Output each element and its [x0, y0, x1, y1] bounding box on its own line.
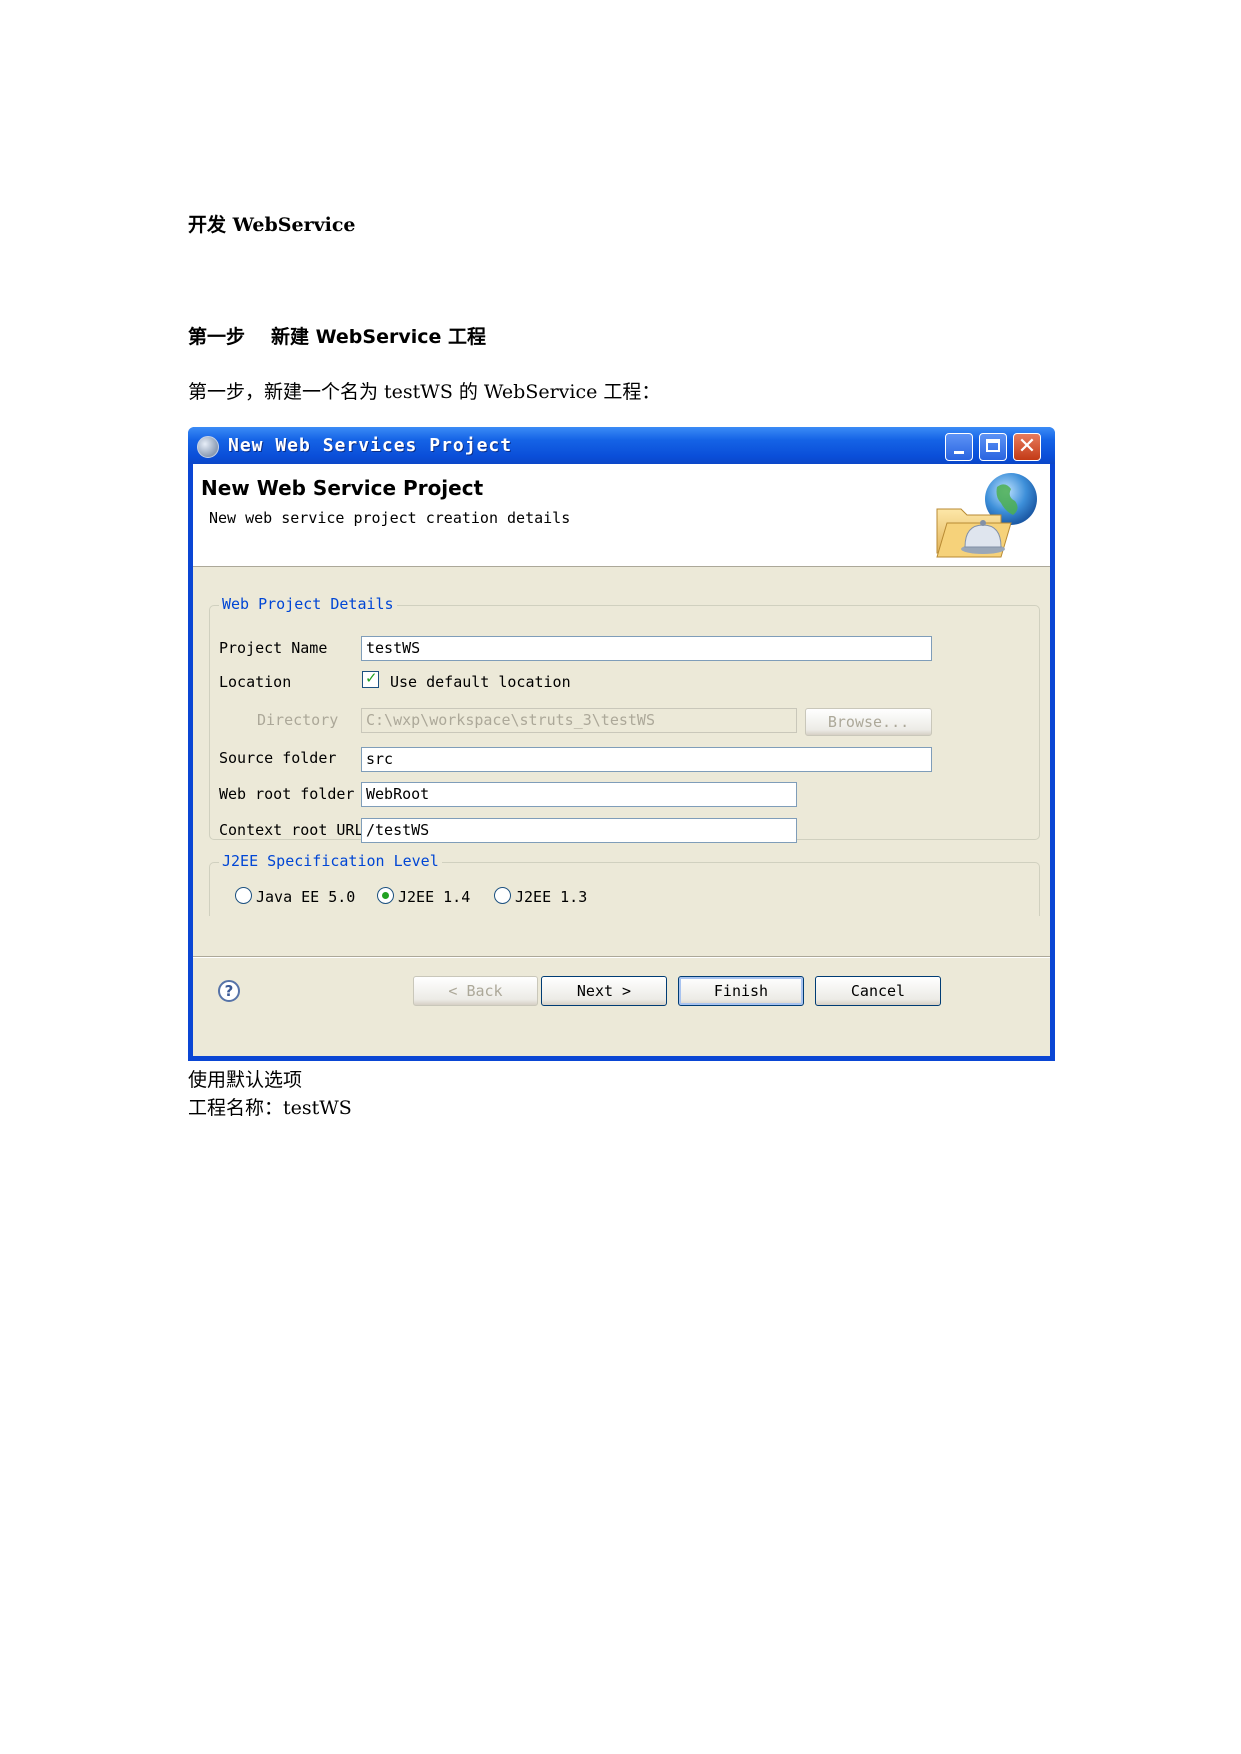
use-default-location-label: Use default location: [390, 673, 571, 691]
close-icon: ✕: [1017, 434, 1037, 459]
web-root-folder-input[interactable]: WebRoot: [361, 782, 797, 807]
finish-button[interactable]: Finish: [678, 976, 804, 1006]
wizard-title: New Web Service Project: [201, 476, 484, 500]
source-folder-label: Source folder: [219, 749, 337, 767]
note-project-name: 工程名称：testWS: [188, 1097, 352, 1119]
step-label: 第一步: [188, 326, 246, 348]
minimize-button[interactable]: [945, 433, 973, 461]
dialog-client-area: New Web Service Project New web service …: [193, 464, 1050, 1056]
close-button[interactable]: ✕: [1013, 433, 1041, 461]
source-folder-input[interactable]: src: [361, 747, 932, 772]
window-title: New Web Services Project: [228, 435, 513, 456]
maximize-icon: [986, 439, 1000, 452]
project-name-input[interactable]: testWS: [361, 636, 932, 661]
next-button[interactable]: Next >: [541, 976, 667, 1006]
help-icon[interactable]: ?: [218, 980, 240, 1002]
button-bar-separator: [193, 956, 1050, 958]
minimize-icon: [954, 451, 964, 454]
radio-j2ee-1-3[interactable]: [494, 887, 511, 904]
j2ee-specification-level-legend: J2EE Specification Level: [219, 852, 442, 870]
location-label: Location: [219, 673, 292, 691]
project-name-label: Project Name: [219, 639, 328, 657]
context-root-url-label: Context root URL: [219, 821, 364, 839]
radio-j2ee-1-4[interactable]: [377, 887, 394, 904]
new-web-services-project-dialog: New Web Services Project ✕ New Web Servi…: [188, 427, 1055, 1061]
document-title: 开发 WebService: [188, 214, 356, 236]
radio-java-ee-5[interactable]: [235, 887, 252, 904]
radio-selected-dot: [382, 892, 389, 899]
note-default-options: 使用默认选项: [188, 1069, 303, 1091]
wizard-subtitle: New web service project creation details: [209, 509, 571, 527]
step-heading: 第一步 新建 WebService 工程: [188, 322, 486, 349]
check-icon: ✓: [365, 669, 378, 687]
radio-j2ee-1-3-label: J2EE 1.3: [515, 888, 588, 906]
dialog-titlebar[interactable]: New Web Services Project ✕: [188, 427, 1055, 464]
radio-j2ee-1-4-label: J2EE 1.4: [398, 888, 471, 906]
radio-java-ee-5-label: Java EE 5.0: [256, 888, 356, 906]
web-project-details-legend: Web Project Details: [219, 595, 397, 613]
step-title: 新建 WebService 工程: [271, 326, 486, 348]
context-root-url-input[interactable]: /testWS: [361, 818, 797, 843]
maximize-button[interactable]: [979, 433, 1007, 461]
web-root-folder-label: Web root folder: [219, 785, 355, 803]
directory-input[interactable]: C:\wxp\workspace\struts_3\testWS: [361, 708, 797, 733]
eclipse-icon: [197, 436, 219, 458]
back-button[interactable]: < Back: [413, 976, 538, 1006]
cancel-button[interactable]: Cancel: [815, 976, 941, 1006]
wizard-header: New Web Service Project New web service …: [193, 464, 1050, 567]
directory-label: Directory: [257, 711, 339, 729]
step-description: 第一步，新建一个名为 testWS 的 WebService 工程：: [188, 381, 661, 403]
use-default-location-checkbox[interactable]: ✓: [362, 669, 379, 688]
browse-button[interactable]: Browse...: [805, 708, 932, 736]
folder-globe-bell-icon: [936, 473, 1037, 558]
